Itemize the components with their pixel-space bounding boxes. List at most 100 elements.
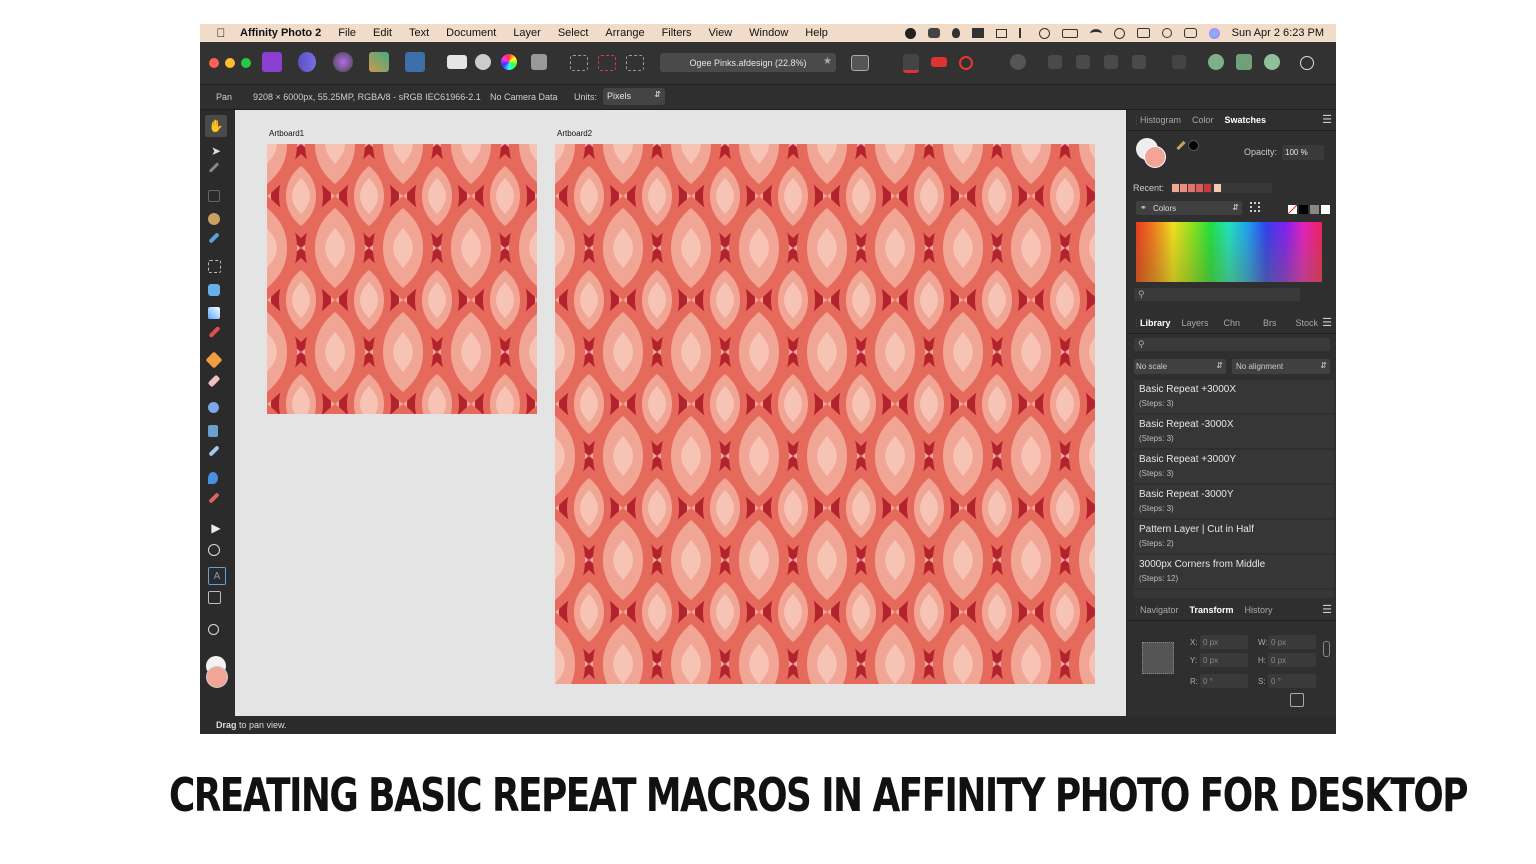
lock-aspect-icon[interactable]	[1323, 641, 1330, 657]
canvas[interactable]: Artboard1 Artboard2	[235, 110, 1126, 716]
flood-select-icon[interactable]	[208, 232, 220, 244]
color-picker-icon[interactable]	[208, 162, 220, 173]
menu-view[interactable]: View	[709, 27, 733, 39]
align-icon[interactable]	[1172, 55, 1186, 69]
user-circle-icon[interactable]	[1038, 27, 1050, 39]
artboard1[interactable]	[267, 144, 537, 414]
black-swatch[interactable]	[1299, 205, 1308, 214]
inpainting-brush-icon[interactable]	[208, 492, 220, 504]
deselect-icon[interactable]	[598, 55, 616, 71]
menu-edit[interactable]: Edit	[373, 27, 392, 39]
quick-mask-icon[interactable]	[851, 55, 869, 71]
opacity-field[interactable]: 100 %	[1282, 145, 1324, 160]
tab-layers[interactable]: Layers	[1182, 318, 1209, 328]
develop-persona-icon[interactable]	[333, 52, 353, 72]
swatch-grid[interactable]	[1136, 222, 1322, 282]
artboard2[interactable]	[555, 144, 1095, 684]
pixel-tool-icon[interactable]	[205, 351, 223, 369]
star-icon[interactable]: ★	[823, 56, 832, 67]
alignment-dropdown[interactable]: No alignment ⇵	[1232, 359, 1330, 374]
grip-icon[interactable]: ⋮	[1132, 115, 1141, 126]
tab-brushes[interactable]: Brs	[1263, 318, 1277, 328]
photo-persona-icon[interactable]	[262, 52, 282, 72]
tab-library[interactable]: Library	[1140, 318, 1171, 328]
document-tab[interactable]: Ogee Pinks.afdesign (22.8%) ★	[660, 53, 836, 72]
wifi-icon[interactable]	[1089, 28, 1102, 38]
move-tool-icon[interactable]: ➤	[208, 143, 224, 159]
gradient-tool-icon[interactable]	[208, 307, 220, 319]
list-item[interactable]: Pattern Layer | Cut in Half (Steps: 2)	[1134, 520, 1334, 553]
crop-tool-icon[interactable]	[208, 190, 220, 202]
list-item[interactable]: Basic Repeat +3000Y (Steps: 3)	[1134, 450, 1334, 483]
flood-fill-icon[interactable]	[208, 284, 220, 296]
clone-brush-icon[interactable]	[208, 425, 218, 437]
arrange-back-icon[interactable]	[1048, 55, 1062, 69]
recent-swatch[interactable]	[1172, 184, 1179, 192]
flame-icon[interactable]	[951, 28, 960, 38]
palette-dropdown[interactable]: ⚭ Colors ⇵	[1136, 201, 1242, 215]
auto-contrast-icon[interactable]	[475, 54, 491, 70]
tab-color[interactable]: Color	[1192, 115, 1214, 125]
snapping-icon[interactable]	[903, 54, 919, 73]
tab-stock[interactable]: Stock	[1296, 318, 1319, 328]
paint-brush-icon[interactable]	[208, 325, 221, 339]
black-swatch-icon[interactable]	[1188, 140, 1199, 151]
minimize-window-button[interactable]	[225, 58, 235, 68]
histogram-auto-icon[interactable]	[447, 55, 467, 69]
blur-brush-icon[interactable]	[208, 445, 220, 457]
menu-text[interactable]: Text	[409, 27, 429, 39]
auto-white-balance-icon[interactable]	[531, 54, 547, 70]
grid-view-icon[interactable]	[1250, 202, 1260, 212]
w-field[interactable]: 0 px	[1268, 635, 1316, 649]
display-icon[interactable]	[971, 28, 984, 38]
tab-histogram[interactable]: Histogram	[1140, 115, 1181, 125]
white-swatch[interactable]	[1321, 205, 1330, 214]
move-by-whole-pixels-icon[interactable]	[959, 56, 973, 70]
tone-mapping-persona-icon[interactable]	[369, 52, 389, 72]
siri-icon[interactable]	[1208, 27, 1220, 39]
x-field[interactable]: 0 px	[1200, 635, 1248, 649]
apple-icon[interactable]: 	[214, 26, 228, 40]
recent-swatch[interactable]	[1188, 184, 1195, 192]
none-swatch[interactable]	[1288, 205, 1297, 214]
primary-color-swatch[interactable]	[206, 666, 228, 688]
tab-navigator[interactable]: Navigator	[1140, 605, 1179, 615]
node-tool-icon[interactable]: ▶	[208, 520, 224, 536]
dodge-brush-icon[interactable]	[208, 402, 219, 413]
select-all-icon[interactable]	[570, 55, 588, 71]
selection-brush-icon[interactable]	[208, 213, 220, 225]
fill-color-well[interactable]	[1144, 146, 1166, 168]
transform-origin-icon[interactable]	[1290, 693, 1304, 707]
list-item[interactable]: Basic Repeat +3000X (Steps: 3)	[1134, 380, 1334, 413]
assistant-icon[interactable]	[1010, 54, 1026, 70]
recent-swatch[interactable]	[1180, 184, 1187, 192]
text-tool-icon[interactable]: A	[208, 567, 226, 585]
recent-swatch[interactable]	[1196, 184, 1203, 192]
panel-menu-icon[interactable]: ☰	[1322, 603, 1332, 616]
bluetooth-icon[interactable]	[1018, 28, 1027, 38]
boolean-add-icon[interactable]	[1208, 54, 1224, 70]
rotation-field[interactable]: 0 °	[1200, 674, 1248, 688]
battery-icon[interactable]	[1061, 28, 1078, 38]
grip-icon[interactable]: ⋮	[1132, 318, 1141, 329]
menu-app-name[interactable]: Affinity Photo 2	[240, 27, 321, 39]
zoom-window-button[interactable]	[241, 58, 251, 68]
auto-colors-icon[interactable]	[501, 54, 517, 70]
boolean-subtract-icon[interactable]	[1236, 54, 1252, 70]
panel-menu-icon[interactable]: ☰	[1322, 113, 1332, 126]
swatch-search[interactable]: ⚲	[1134, 288, 1300, 301]
ellipse-tool-icon[interactable]	[208, 544, 220, 556]
artboard2-label[interactable]: Artboard2	[557, 129, 592, 138]
gray-swatch[interactable]	[1310, 205, 1319, 214]
menu-help[interactable]: Help	[805, 27, 828, 39]
list-item[interactable]: Basic Repeat -3000X (Steps: 3)	[1134, 415, 1334, 448]
menu-filters[interactable]: Filters	[662, 27, 692, 39]
y-field[interactable]: 0 px	[1200, 653, 1248, 667]
smudge-brush-icon[interactable]	[208, 472, 218, 484]
list-item-partial[interactable]	[1134, 590, 1334, 598]
units-dropdown[interactable]: Pixels ⇵	[603, 88, 665, 105]
arrange-backward-icon[interactable]	[1076, 55, 1090, 69]
invert-selection-icon[interactable]	[626, 55, 644, 71]
account-icon[interactable]	[1300, 56, 1314, 70]
close-window-button[interactable]	[209, 58, 219, 68]
